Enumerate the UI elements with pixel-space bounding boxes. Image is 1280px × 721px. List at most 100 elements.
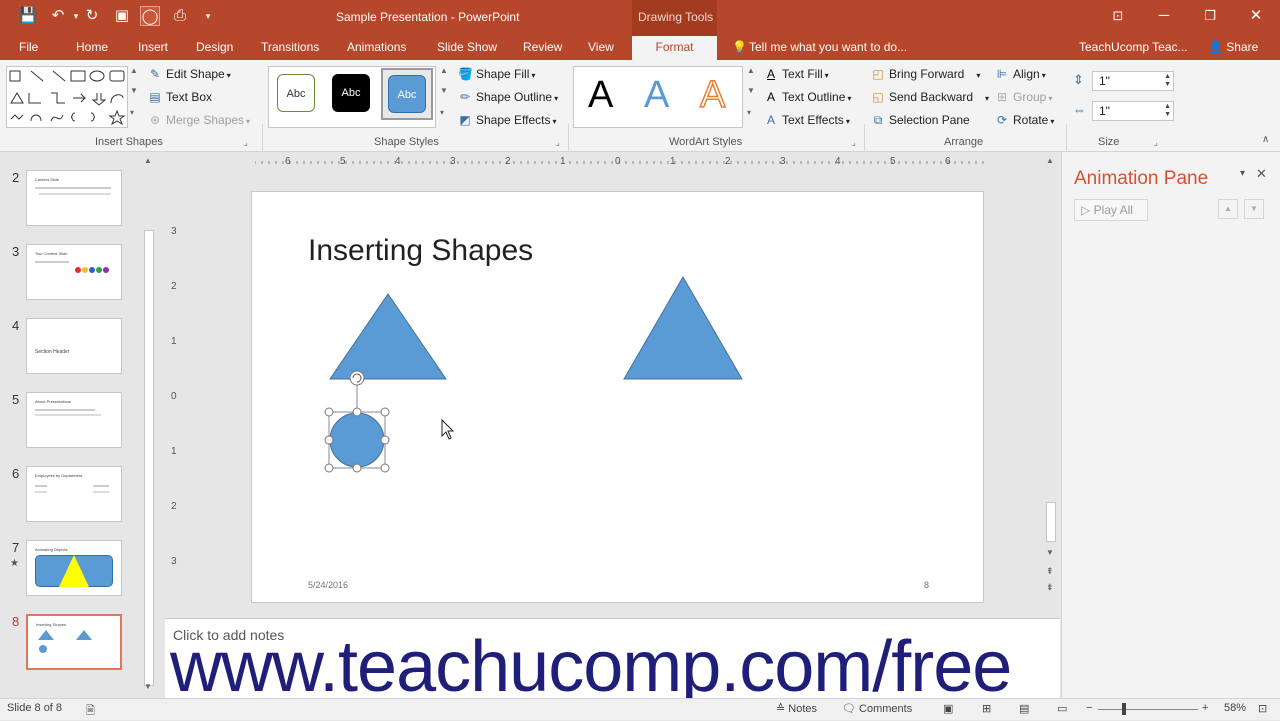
scroll-up-icon[interactable]: ▲ <box>144 156 152 165</box>
tab-slide-show[interactable]: Slide Show <box>437 36 497 60</box>
circle-shape-selected[interactable] <box>329 412 385 468</box>
zoom-slider-track[interactable] <box>1098 709 1198 710</box>
wordart-scroll-down-icon[interactable]: ▼ <box>747 86 755 95</box>
wordart-styles-launcher-icon[interactable]: ⌟ <box>852 138 856 147</box>
align-button[interactable]: ⊫ Align ▾ <box>995 64 1046 84</box>
wordart-scroll-up-icon[interactable]: ▲ <box>747 66 755 75</box>
merge-shapes-button[interactable]: ⊕ Merge Shapes ▾ <box>148 110 250 130</box>
shape-styles-launcher-icon[interactable]: ⌟ <box>556 138 560 147</box>
tab-review[interactable]: Review <box>523 36 562 60</box>
slide-thumbnail-7[interactable]: Animating Objects <box>26 540 122 596</box>
wordart-more-icon[interactable]: ▾ <box>747 108 751 117</box>
tab-view[interactable]: View <box>588 36 614 60</box>
styles-scroll-up-icon[interactable]: ▲ <box>440 66 448 75</box>
scroll-down-icon[interactable]: ▼ <box>1046 548 1054 557</box>
gallery-scroll-up-icon[interactable]: ▲ <box>130 66 138 75</box>
rotate-button[interactable]: ⟳ Rotate ▾ <box>995 110 1054 130</box>
scroll-down-icon[interactable]: ▼ <box>144 682 152 691</box>
wordart-style-black[interactable]: A <box>588 74 613 117</box>
close-icon[interactable]: ✕ <box>1246 6 1266 26</box>
undo-icon[interactable]: ↶ <box>48 6 68 26</box>
reading-view-icon[interactable]: ▤ <box>1019 702 1029 715</box>
resize-handle-se[interactable] <box>380 463 390 473</box>
shape-fill-button[interactable]: 🪣 Shape Fill ▾ <box>458 64 535 84</box>
text-fill-button[interactable]: A Text Fill ▾ <box>764 64 829 84</box>
comments-toggle-button[interactable]: 🗨 Comments <box>842 702 912 715</box>
shape-effects-button[interactable]: ◩ Shape Effects ▾ <box>458 110 556 130</box>
height-spinner-icon[interactable]: ▲ ▼ <box>1164 73 1171 89</box>
customize-qat-icon[interactable]: ▾ <box>198 6 218 26</box>
save-icon[interactable]: 💾 <box>18 6 38 26</box>
oval-shape-icon[interactable]: ◯ <box>140 6 160 26</box>
selection-pane-button[interactable]: ⧉ Selection Pane <box>871 110 970 130</box>
tab-file[interactable]: File <box>19 36 38 60</box>
slide-thumbnail-4[interactable]: Section Header <box>26 318 122 374</box>
triangle-shape-1[interactable] <box>329 293 447 380</box>
zoom-slider-thumb[interactable] <box>1122 703 1126 715</box>
slide-thumbnail-6[interactable]: Employees by Department <box>26 466 122 522</box>
shape-style-swatch-black[interactable]: Abc <box>332 74 370 112</box>
thumbnails-scrollbar[interactable]: ▲ ▼ <box>143 156 155 694</box>
tab-transitions[interactable]: Transitions <box>261 36 319 60</box>
edit-shape-button[interactable]: ✎ Edit Shape ▾ <box>148 64 231 84</box>
slide-thumbnail-5[interactable]: About Presentations <box>26 392 122 448</box>
wordart-style-orange-outline[interactable]: A <box>699 73 726 117</box>
text-box-button[interactable]: ▤ Text Box <box>148 87 212 107</box>
shape-width-input[interactable]: 1" ▲ ▼ <box>1092 101 1174 121</box>
styles-more-icon[interactable]: ▾ <box>440 108 444 117</box>
spell-check-icon[interactable]: 🗎 <box>86 702 95 721</box>
play-all-button[interactable]: ▷ Play All <box>1074 199 1148 221</box>
redo-icon[interactable]: ↻ <box>82 6 102 26</box>
send-backward-button[interactable]: ◱ Send Backward ▾ <box>871 87 989 107</box>
account-name[interactable]: TeachUcomp Teac... <box>1079 36 1188 60</box>
restore-icon[interactable]: ❐ <box>1200 6 1220 26</box>
width-spinner-icon[interactable]: ▲ ▼ <box>1164 103 1171 119</box>
styles-scroll-down-icon[interactable]: ▼ <box>440 86 448 95</box>
resize-handle-ne[interactable] <box>380 407 390 417</box>
slide-canvas[interactable]: Inserting Shapes 5/24/2016 8 <box>251 191 984 603</box>
text-outline-button[interactable]: A Text Outline ▾ <box>764 87 851 107</box>
shapes-gallery[interactable] <box>6 66 128 128</box>
size-launcher-icon[interactable]: ⌟ <box>1154 138 1158 147</box>
group-button[interactable]: ⊞ Group ▾ <box>995 87 1052 107</box>
scroll-up-icon[interactable]: ▲ <box>1046 156 1054 165</box>
share-button[interactable]: 👤 Share <box>1208 36 1258 60</box>
tab-design[interactable]: Design <box>196 36 233 60</box>
zoom-level[interactable]: 58% <box>1224 702 1246 714</box>
shape-style-swatch-blue[interactable]: Abc <box>388 75 426 113</box>
touch-mode-icon[interactable]: ⎙ <box>170 6 190 26</box>
gallery-more-icon[interactable]: ▾ <box>130 108 134 117</box>
slide-thumbnail-2[interactable]: Content Slide <box>26 170 122 226</box>
start-from-beginning-icon[interactable]: ▣ <box>112 6 132 26</box>
tab-format[interactable]: Format <box>632 36 717 60</box>
pane-options-icon[interactable]: ▾ <box>1240 168 1245 179</box>
triangle-shape-2[interactable] <box>623 276 743 380</box>
ribbon-display-options-icon[interactable]: ⊡ <box>1108 6 1128 26</box>
shape-outline-button[interactable]: ✏ Shape Outline ▾ <box>458 87 558 107</box>
editor-scrollbar[interactable]: ▲ ▼ ⇞ ⇟ <box>1044 156 1058 596</box>
wordart-style-blue[interactable]: A <box>644 74 669 117</box>
next-slide-icon[interactable]: ⇟ <box>1046 582 1054 593</box>
resize-handle-s[interactable] <box>352 463 362 473</box>
scroll-thumb[interactable] <box>1046 502 1056 542</box>
move-down-button[interactable]: ▼ <box>1244 199 1264 219</box>
move-up-button[interactable]: ▲ <box>1218 199 1238 219</box>
normal-view-icon[interactable]: ▣ <box>943 702 953 715</box>
slide-sorter-icon[interactable]: ⊞ <box>982 702 991 715</box>
zoom-in-icon[interactable]: + <box>1202 702 1208 714</box>
slide-thumbnail-3[interactable]: Two Content Slide <box>26 244 122 300</box>
pane-close-icon[interactable]: ✕ <box>1256 166 1267 182</box>
bring-forward-button[interactable]: ◰ Bring Forward ▾ <box>871 64 980 84</box>
slide-thumbnail-8-selected[interactable]: Inserting Shapes <box>26 614 122 670</box>
previous-slide-icon[interactable]: ⇞ <box>1046 566 1054 577</box>
resize-handle-sw[interactable] <box>324 463 334 473</box>
resize-handle-n[interactable] <box>352 407 362 417</box>
minimize-icon[interactable]: ─ <box>1154 6 1174 26</box>
collapse-ribbon-icon[interactable]: ∧ <box>1262 134 1269 145</box>
slide-show-icon[interactable]: ▭ <box>1057 702 1067 715</box>
scroll-thumb[interactable] <box>144 230 154 686</box>
tab-home[interactable]: Home <box>76 36 108 60</box>
shape-height-input[interactable]: 1" ▲ ▼ <box>1092 71 1174 91</box>
tab-animations[interactable]: Animations <box>347 36 406 60</box>
tell-me-box[interactable]: Tell me what you want to do... <box>749 36 907 60</box>
